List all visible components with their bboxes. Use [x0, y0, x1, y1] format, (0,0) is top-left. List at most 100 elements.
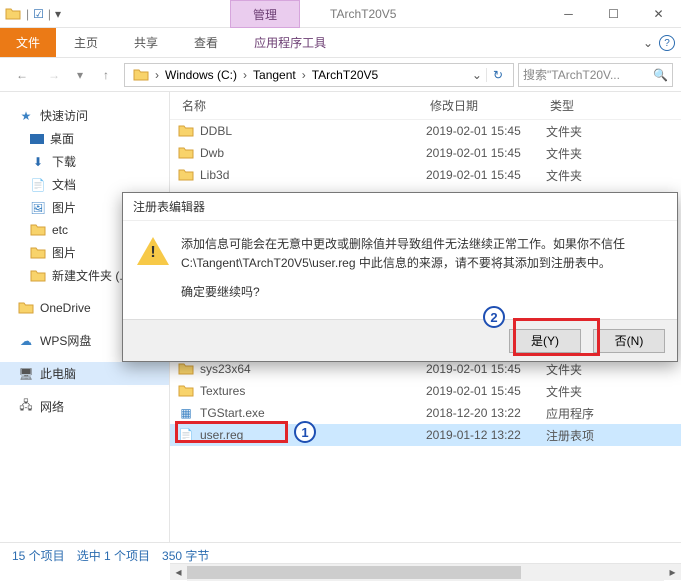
column-name[interactable]: 名称: [178, 97, 426, 114]
column-headers: 名称 修改日期 类型: [170, 92, 681, 120]
file-icon: ▦: [178, 405, 194, 421]
breadcrumb[interactable]: Windows (C:): [161, 68, 241, 82]
up-button[interactable]: ↑: [92, 63, 120, 87]
forward-button[interactable]: →: [40, 63, 68, 87]
yes-button[interactable]: 是(Y): [509, 329, 581, 353]
file-icon: [178, 167, 194, 183]
sidebar-label: 图片: [52, 244, 76, 261]
picture-icon: 🖼: [30, 200, 46, 216]
address-bar[interactable]: › Windows (C:) › Tangent › TArchT20V5 ⌄ …: [124, 63, 514, 87]
contextual-tab-manage[interactable]: 管理: [230, 0, 300, 28]
column-type[interactable]: 类型: [546, 97, 681, 114]
status-size: 350 字节: [162, 547, 209, 564]
file-name: DDBL: [200, 124, 232, 138]
dialog-title: 注册表编辑器: [123, 193, 677, 221]
sidebar-item-downloads[interactable]: ⬇ 下载: [0, 150, 169, 173]
file-type: 文件夹: [546, 383, 681, 400]
close-button[interactable]: ✕: [636, 0, 681, 28]
network-icon: 🖧: [18, 399, 34, 415]
file-row[interactable]: Textures2019-02-01 15:45文件夹: [170, 380, 681, 402]
search-box[interactable]: 搜索"TArchT20V... 🔍: [518, 63, 673, 87]
file-date: 2019-02-01 15:45: [426, 384, 546, 398]
file-row[interactable]: 📄user.reg2019-01-12 13:22注册表项: [170, 424, 681, 446]
ribbon-expand-icon[interactable]: ⌄: [643, 36, 653, 50]
app-icon: [4, 5, 22, 23]
file-date: 2019-02-01 15:45: [426, 362, 546, 376]
file-icon: [178, 145, 194, 161]
sidebar-network[interactable]: 🖧 网络: [0, 395, 169, 418]
document-icon: 📄: [30, 177, 46, 193]
tab-share[interactable]: 共享: [116, 28, 176, 57]
window-title: TArchT20V5: [330, 0, 396, 28]
file-type: 应用程序: [546, 405, 681, 422]
sidebar-label: WPS网盘: [40, 332, 91, 349]
search-placeholder: 搜索"TArchT20V...: [523, 66, 653, 83]
dialog-line1: 添加信息可能会在无意中更改或删除值并导致组件无法继续正常工作。如果你不信任 C:…: [181, 235, 663, 273]
sidebar-thispc[interactable]: 🖥 此电脑: [0, 362, 169, 385]
breadcrumb-sep[interactable]: ›: [300, 68, 308, 82]
file-row[interactable]: DDBL 2019-02-01 15:45文件夹: [170, 120, 681, 142]
file-type: 注册表项: [546, 427, 681, 444]
recent-dropdown[interactable]: ▾: [72, 63, 88, 87]
file-type: 文件夹: [546, 123, 681, 140]
qat-sep: |: [24, 7, 31, 21]
file-row[interactable]: ▦ TGStart.exe 2018-12-20 13:22应用程序: [170, 402, 681, 424]
warning-icon: !: [137, 235, 169, 267]
scroll-right-icon[interactable]: ▸: [664, 564, 681, 581]
file-date: 2019-02-01 15:45: [426, 124, 546, 138]
sidebar-label: 图片: [52, 199, 76, 216]
breadcrumb[interactable]: Tangent: [249, 68, 300, 82]
folder-icon: [30, 245, 46, 261]
back-button[interactable]: ←: [8, 63, 36, 87]
qat-sep: |: [46, 7, 53, 21]
sidebar-label: 下载: [52, 153, 76, 170]
file-date: 2019-01-12 13:22: [426, 428, 546, 442]
dialog-message: 添加信息可能会在无意中更改或删除值并导致组件无法继续正常工作。如果你不信任 C:…: [181, 235, 663, 303]
tab-home[interactable]: 主页: [56, 28, 116, 57]
folder-icon: [30, 222, 46, 238]
quick-access-toolbar: | ☑ | ▾: [0, 5, 65, 23]
sidebar-label: 桌面: [50, 130, 74, 147]
breadcrumb-sep[interactable]: ›: [241, 68, 249, 82]
file-name: Dwb: [200, 146, 224, 160]
column-date[interactable]: 修改日期: [426, 97, 546, 114]
sidebar-label: 文档: [52, 176, 76, 193]
address-dropdown[interactable]: ⌄: [468, 68, 486, 82]
ribbon-tabs: 文件 主页 共享 查看 应用程序工具 ⌄ ?: [0, 28, 681, 58]
file-type: 文件夹: [546, 361, 681, 378]
file-name: TGStart.exe: [200, 406, 265, 420]
breadcrumb-root[interactable]: [129, 67, 153, 83]
scroll-left-icon[interactable]: ◂: [170, 564, 187, 581]
tab-view[interactable]: 查看: [176, 28, 236, 57]
file-date: 2019-02-01 15:45: [426, 168, 546, 182]
sidebar-item-desktop[interactable]: 桌面: [0, 127, 169, 150]
folder-icon: [30, 268, 46, 284]
file-row[interactable]: Lib3d2019-02-01 15:45文件夹: [170, 164, 681, 186]
file-name: sys23x64: [200, 362, 251, 376]
file-row[interactable]: Dwb2019-02-01 15:45文件夹: [170, 142, 681, 164]
desktop-icon: [30, 134, 44, 144]
scroll-thumb[interactable]: [187, 566, 521, 579]
scroll-track[interactable]: [187, 564, 664, 581]
sidebar-label: 网络: [40, 398, 64, 415]
tab-app-tools[interactable]: 应用程序工具: [236, 28, 344, 57]
qat-item[interactable]: ☑: [33, 7, 44, 21]
sidebar-label: 此电脑: [40, 365, 76, 382]
breadcrumb-sep[interactable]: ›: [153, 68, 161, 82]
refresh-button[interactable]: ↻: [486, 68, 509, 82]
horizontal-scrollbar[interactable]: ◂ ▸: [170, 563, 681, 580]
file-date: 2018-12-20 13:22: [426, 406, 546, 420]
no-button[interactable]: 否(N): [593, 329, 665, 353]
sidebar-label: OneDrive: [40, 301, 91, 315]
minimize-button[interactable]: ─: [546, 0, 591, 28]
annotation-badge-1: 1: [294, 421, 316, 443]
tab-file[interactable]: 文件: [0, 28, 56, 57]
breadcrumb[interactable]: TArchT20V5: [308, 68, 382, 82]
qat-dropdown[interactable]: ▾: [55, 7, 61, 21]
sidebar-quick-access[interactable]: ★ 快速访问: [0, 104, 169, 127]
download-icon: ⬇: [30, 154, 46, 170]
status-selected: 选中 1 个项目: [77, 547, 150, 564]
search-icon[interactable]: 🔍: [653, 68, 668, 82]
maximize-button[interactable]: ☐: [591, 0, 636, 28]
help-icon[interactable]: ?: [659, 35, 675, 51]
